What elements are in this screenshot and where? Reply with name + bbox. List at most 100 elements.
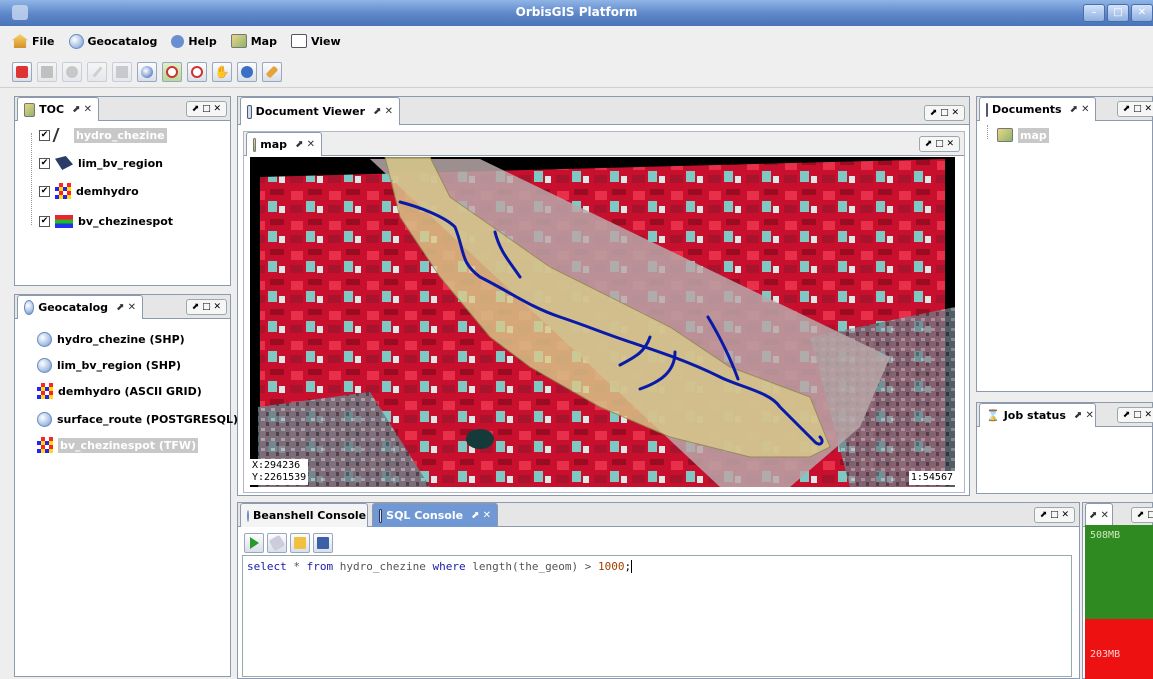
sql-icon [379, 508, 383, 523]
memory-free-bar: 203MB [1085, 619, 1153, 679]
source-row[interactable]: demhydro (ASCII GRID) [37, 381, 202, 401]
hourglass-icon: ⌛ [986, 409, 1000, 422]
tab-beanshell-console[interactable]: Beanshell Console [240, 503, 368, 527]
pen-button[interactable] [87, 61, 107, 82]
layer-row[interactable]: ✔ demhydro [39, 181, 139, 201]
console-icon [247, 509, 249, 522]
geocatalog-icon [68, 33, 84, 49]
help-icon [171, 34, 185, 48]
zoom-in-button[interactable] [162, 61, 182, 82]
console-toolbar [244, 533, 333, 553]
tab-job-status[interactable]: ⌛ Job status ⬈ ✕ [979, 403, 1096, 427]
monitor-icon [247, 104, 252, 119]
full-extent-button[interactable] [137, 61, 157, 82]
source-row[interactable]: hydro_chezine (SHP) [37, 329, 185, 349]
layer-checkbox[interactable]: ✔ [39, 215, 50, 227]
tab-toc[interactable]: TOC ⬈ ✕ [17, 97, 99, 121]
coordinate-readout: X:294236 Y:2261539 [250, 459, 309, 485]
layer-row[interactable]: ✔ lim_bv_region [39, 153, 163, 173]
raster-icon [37, 437, 53, 453]
database-icon [37, 411, 52, 427]
zoom-in-icon [166, 65, 178, 78]
layer-checkbox[interactable]: ✔ [39, 157, 50, 169]
raster-layer-icon [55, 214, 73, 228]
layer-row[interactable]: ✔ bv_chezinespot [39, 211, 173, 231]
menu-map[interactable]: Map [230, 34, 277, 48]
dock-controls[interactable]: ⬈ □ ✕ [1116, 101, 1153, 117]
map-icon [230, 34, 247, 48]
tab-document-viewer[interactable]: Document Viewer ⬈ ✕ [240, 97, 400, 125]
source-row[interactable]: surface_route (POSTGRESQL) [37, 409, 238, 429]
dock-controls[interactable]: ⬈ □ ✕ [1033, 507, 1075, 523]
disk-icon [66, 65, 78, 78]
disk-button[interactable] [62, 61, 82, 82]
info-button[interactable] [237, 61, 257, 82]
tab-sql-console[interactable]: SQL Console ⬈ ✕ [372, 503, 498, 527]
globe-icon [141, 65, 153, 78]
source-row[interactable]: lim_bv_region (SHP) [37, 355, 181, 375]
line-layer-icon [52, 128, 72, 142]
open-button[interactable] [290, 533, 310, 553]
maximize-button[interactable]: □ [1107, 4, 1129, 22]
raster-layer-icon [55, 183, 71, 199]
map-canvas[interactable]: X:294236 Y:2261539 1:54567 [250, 157, 955, 487]
window-icon [290, 34, 307, 48]
source-row[interactable]: bv_chezinespot (TFW) [37, 435, 199, 455]
documents-panel: Documents ⬈ ✕ ⬈ □ ✕ map [976, 96, 1153, 392]
dock-controls[interactable]: ⬈ □ ✕ [1130, 507, 1153, 523]
home-icon [12, 34, 28, 48]
eraser-icon [268, 534, 286, 552]
dock-controls[interactable]: ⬈ □ ✕ [918, 136, 960, 152]
zoom-out-icon [191, 65, 203, 78]
polygon-layer-icon [55, 156, 73, 170]
memory-used-bar: 508MB [1085, 525, 1153, 619]
tab-map[interactable]: map ⬈ ✕ [246, 132, 322, 156]
layer-row[interactable]: ✔ hydro_chezine [39, 125, 167, 145]
document-item[interactable]: map [997, 125, 1049, 145]
table-icon [116, 65, 128, 78]
dock-controls[interactable]: ⬈ □ ✕ [1116, 407, 1153, 423]
job-status-panel: ⌛ Job status ⬈ ✕ ⬈ □ ✕ [976, 402, 1153, 494]
table-button[interactable] [112, 61, 132, 82]
menu-geocatalog[interactable]: Geocatalog [68, 33, 157, 49]
shapefile-icon [37, 331, 52, 347]
tab-memory[interactable]: ⬈ ✕ [1085, 503, 1113, 527]
title-bar: OrbisGIS Platform – □ ✕ [0, 0, 1153, 26]
save-icon [317, 537, 329, 549]
clear-button[interactable] [267, 533, 287, 553]
pan-button[interactable]: ✋ [212, 61, 232, 82]
dock-controls[interactable]: ⬈ □ ✕ [185, 101, 227, 117]
dock-controls[interactable]: ⬈ □ ✕ [185, 299, 227, 315]
tab-documents[interactable]: Documents ⬈ ✕ [979, 97, 1096, 121]
geocatalog-icon [24, 300, 35, 315]
layer-checkbox[interactable]: ✔ [39, 129, 50, 141]
minimize-button[interactable]: – [1083, 4, 1105, 22]
raster-icon [37, 383, 53, 399]
info-icon [241, 65, 253, 78]
map-icon [24, 102, 36, 117]
map-rendering [250, 157, 955, 487]
hand-icon: ✋ [214, 64, 230, 79]
toc-panel: TOC ⬈ ✕ ⬈ □ ✕ ✔ hydro_chezine ✔ lim_bv_r… [14, 96, 231, 286]
menu-help[interactable]: Help [171, 34, 217, 48]
edit-button[interactable] [262, 61, 282, 82]
menu-file[interactable]: File [12, 34, 55, 48]
tab-geocatalog[interactable]: Geocatalog ⬈ ✕ [17, 295, 143, 319]
sql-editor[interactable]: select * from hydro_chezine where length… [242, 555, 1072, 677]
execute-button[interactable] [244, 533, 264, 553]
menu-view[interactable]: View [290, 34, 341, 48]
stop-button[interactable] [12, 61, 32, 82]
dock-controls[interactable]: ⬈ □ ✕ [923, 105, 965, 121]
close-button[interactable]: ✕ [1131, 4, 1153, 22]
shapefile-icon [37, 357, 52, 373]
window-title: OrbisGIS Platform [515, 5, 638, 19]
zoom-out-button[interactable] [187, 61, 207, 82]
geocatalog-panel: Geocatalog ⬈ ✕ ⬈ □ ✕ hydro_chezine (SHP)… [14, 294, 238, 677]
text-cursor [631, 560, 633, 573]
pencil-icon [265, 65, 279, 78]
window-controls: – □ ✕ [1083, 4, 1153, 22]
save-button[interactable] [313, 533, 333, 553]
layer-checkbox[interactable]: ✔ [39, 185, 50, 197]
stop-icon [16, 65, 28, 78]
square-button[interactable] [37, 61, 57, 82]
